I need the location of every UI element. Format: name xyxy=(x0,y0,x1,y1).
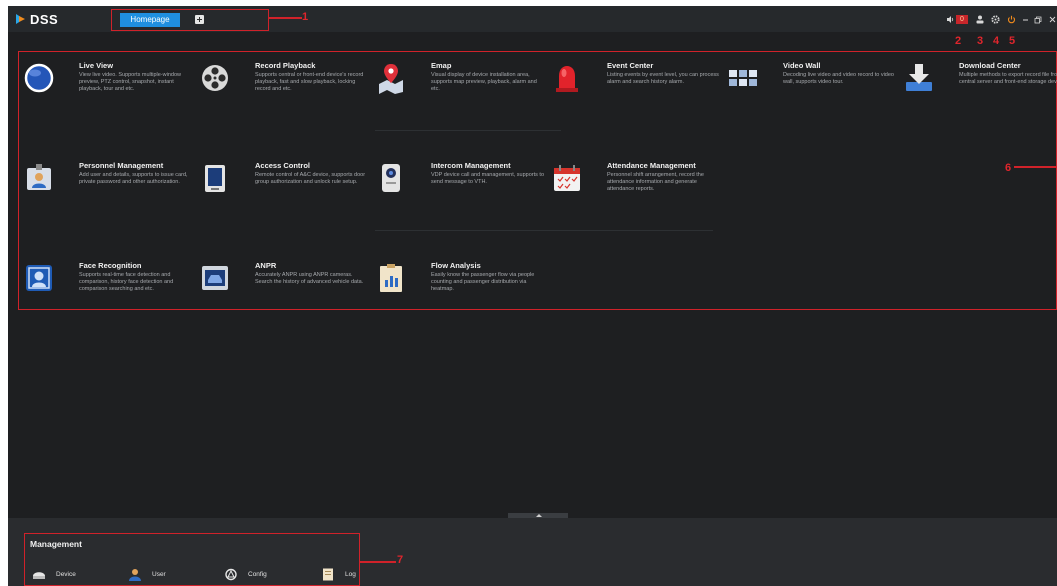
module-description: VDP device call and management, supports… xyxy=(431,172,545,185)
module-description: Listing events by event level, you can p… xyxy=(607,72,719,85)
app-logo: DSS xyxy=(14,10,58,28)
module-description: Decoding live video and video record to … xyxy=(783,72,894,85)
module-title: Emap xyxy=(431,61,452,70)
annotation-number-1: 1 xyxy=(302,11,309,23)
siren-icon xyxy=(556,66,578,92)
logo-text: DSS xyxy=(30,11,59,27)
management-item-log[interactable]: Log xyxy=(321,568,356,581)
module-title: ANPR xyxy=(255,261,277,270)
download-icon xyxy=(906,64,932,91)
logout-icon[interactable] xyxy=(1007,14,1016,25)
module-description: Supports central or front-end device's r… xyxy=(255,72,364,92)
module-emap[interactable]: Emap Visual display of device installati… xyxy=(375,61,547,131)
management-item-user[interactable]: User xyxy=(128,568,166,581)
module-description: Personnel shift arrangement, record the … xyxy=(607,172,704,192)
management-item-config[interactable]: Config xyxy=(224,568,267,581)
module-title: Live View xyxy=(79,61,114,70)
management-item-label: Device xyxy=(56,571,76,578)
calendar-icon xyxy=(554,165,580,191)
management-item-label: Log xyxy=(345,571,356,578)
annotation-number-3: 3 xyxy=(977,35,984,47)
film-reel-icon xyxy=(202,65,228,91)
module-description: Easily know the passenger flow via peopl… xyxy=(431,272,535,292)
module-event-center[interactable]: Event Center Listing events by event lev… xyxy=(551,61,723,131)
module-personnel-management[interactable]: Personnel Management Add user and detail… xyxy=(23,161,195,231)
module-description: Remote control of A&C device, supports d… xyxy=(255,172,366,185)
management-title: Management xyxy=(30,539,82,549)
license-plate-icon xyxy=(202,266,228,290)
collapse-handle[interactable] xyxy=(508,513,568,518)
module-attendance-management[interactable]: Attendance Management Personnel shift ar… xyxy=(551,161,723,231)
restore-icon[interactable] xyxy=(1033,14,1042,25)
bar-chart-icon xyxy=(380,264,402,292)
management-item-label: User xyxy=(152,571,166,578)
device-icon xyxy=(33,572,45,579)
video-wall-icon xyxy=(729,70,757,86)
module-title: Personnel Management xyxy=(79,161,164,170)
module-description: View live video. Supports multiple-windo… xyxy=(79,72,182,92)
module-description: Supports real-time face detection and co… xyxy=(79,272,174,292)
user-account-icon[interactable] xyxy=(975,14,984,25)
annotation-number-5: 5 xyxy=(1009,35,1016,47)
module-record-playback[interactable]: Record Playback Supports central or fron… xyxy=(199,61,371,131)
annotation-line-7 xyxy=(360,561,396,563)
logo-icon xyxy=(16,14,25,24)
module-description: Accurately ANPR using ANPR cameras. Sear… xyxy=(255,272,364,285)
intercom-icon xyxy=(382,164,400,192)
module-description: Add user and details, supports to issue … xyxy=(79,172,188,185)
module-title: Intercom Management xyxy=(431,161,511,170)
management-item-label: Config xyxy=(248,571,267,578)
module-live-view[interactable]: Live View View live video. Supports mult… xyxy=(23,61,195,131)
module-title: Attendance Management xyxy=(607,161,696,170)
volume-icon[interactable] xyxy=(946,14,955,25)
annotation-box-1 xyxy=(111,9,269,31)
module-title: Video Wall xyxy=(783,61,821,70)
module-access-control[interactable]: Access Control Remote control of A&C dev… xyxy=(199,161,371,231)
module-title: Record Playback xyxy=(255,61,316,70)
module-title: Event Center xyxy=(607,61,654,70)
annotation-number-6: 6 xyxy=(1005,162,1012,174)
annotation-number-4: 4 xyxy=(993,35,1000,47)
module-video-wall[interactable]: Video Wall Decoding live video and video… xyxy=(727,61,899,131)
module-title: Access Control xyxy=(255,161,311,170)
door-icon xyxy=(205,165,225,192)
settings-gear-icon[interactable] xyxy=(991,14,1000,25)
alarm-count-button[interactable]: 0 xyxy=(956,14,968,25)
management-item-device[interactable]: Device xyxy=(32,568,76,581)
annotation-line-6 xyxy=(1014,166,1057,168)
annotation-line-1 xyxy=(269,17,302,19)
log-icon xyxy=(323,568,333,581)
close-icon[interactable] xyxy=(1048,14,1056,25)
module-title: Download Center xyxy=(959,61,1021,70)
module-description: Visual display of device installation ar… xyxy=(431,72,537,92)
module-title: Flow Analysis xyxy=(431,261,481,270)
globe-icon xyxy=(24,63,54,93)
annotation-number-7: 7 xyxy=(397,554,404,566)
module-anpr[interactable]: ANPR Accurately ANPR using ANPR cameras.… xyxy=(199,261,371,331)
module-description: Multiple methods to export record file f… xyxy=(959,72,1057,85)
annotation-number-2: 2 xyxy=(955,35,962,47)
app-window: DSS Homepage 0 1 2 3 4 5 6 Live View Vie… xyxy=(8,6,1057,586)
map-pin-icon xyxy=(379,64,403,94)
face-icon xyxy=(26,265,52,291)
id-card-icon xyxy=(27,164,51,190)
config-icon xyxy=(225,568,237,581)
module-download-center[interactable]: Download Center Multiple methods to expo… xyxy=(903,61,1057,131)
minimize-icon[interactable] xyxy=(1021,14,1029,25)
alarm-count-badge: 0 xyxy=(956,15,968,24)
module-flow-analysis[interactable]: Flow Analysis Easily know the passenger … xyxy=(375,261,547,331)
module-intercom-management[interactable]: Intercom Management VDP device call and … xyxy=(375,161,547,231)
module-title: Face Recognition xyxy=(79,261,142,270)
module-face-recognition[interactable]: Face Recognition Supports real-time face… xyxy=(23,261,195,331)
user-icon xyxy=(129,569,141,581)
